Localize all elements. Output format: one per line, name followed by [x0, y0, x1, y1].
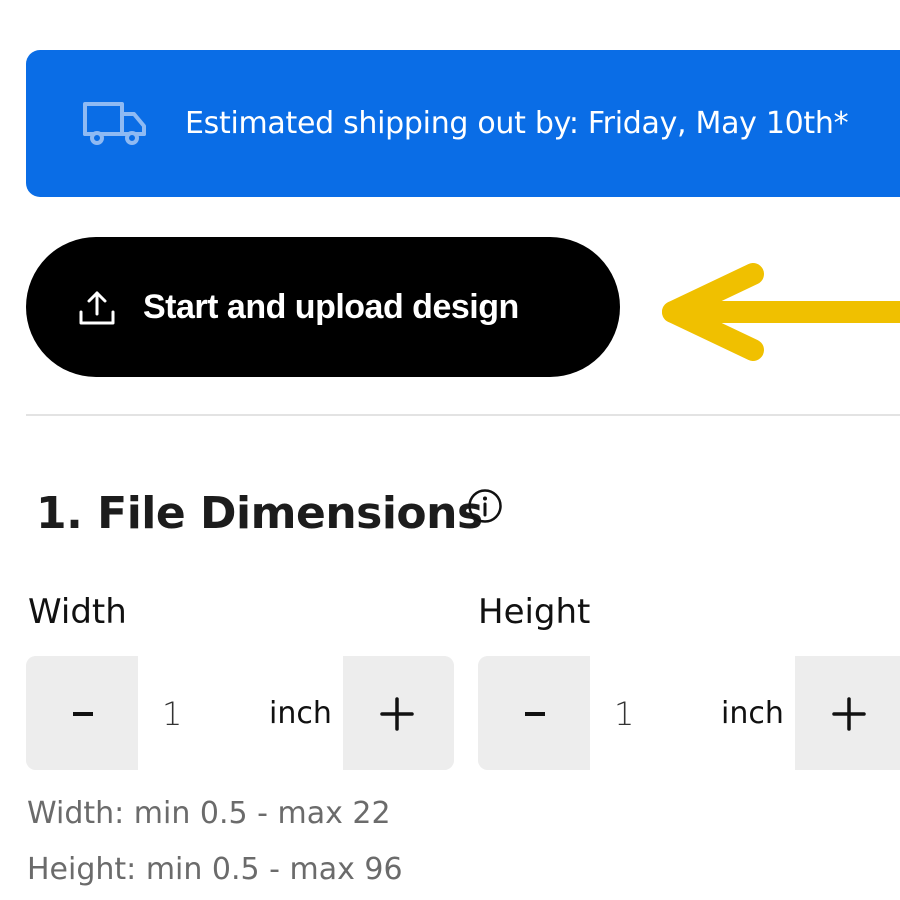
- upload-button-label: Start and upload design: [143, 288, 519, 326]
- height-unit: inch: [721, 696, 784, 731]
- width-label: Width: [28, 592, 127, 632]
- height-stepper: inch: [478, 656, 900, 770]
- width-stepper: inch: [26, 656, 454, 770]
- minus-icon: [73, 712, 93, 716]
- width-increment-button[interactable]: [343, 656, 454, 770]
- info-icon[interactable]: [467, 488, 503, 524]
- width-range-hint: Width: min 0.5 - max 22: [27, 796, 391, 831]
- section-title: 1. File Dimensions: [36, 488, 483, 539]
- height-increment-button[interactable]: [795, 656, 900, 770]
- height-input[interactable]: [614, 694, 694, 734]
- height-label: Height: [478, 592, 591, 632]
- start-upload-design-button[interactable]: Start and upload design: [26, 237, 620, 377]
- minus-icon: [525, 712, 545, 716]
- width-input[interactable]: [162, 694, 242, 734]
- section-divider: [26, 414, 900, 416]
- width-decrement-button[interactable]: [26, 656, 138, 770]
- truck-icon: [83, 102, 146, 145]
- upload-icon: [79, 291, 115, 325]
- plus-icon: [380, 697, 414, 731]
- shipping-banner: Estimated shipping out by: Friday, May 1…: [26, 50, 900, 197]
- arrow-left-icon: [662, 263, 900, 361]
- width-unit: inch: [269, 696, 332, 731]
- height-decrement-button[interactable]: [478, 656, 590, 770]
- width-field: inch: [138, 656, 343, 770]
- product-options-panel: Estimated shipping out by: Friday, May 1…: [0, 0, 900, 900]
- height-field: inch: [590, 656, 795, 770]
- height-range-hint: Height: min 0.5 - max 96: [27, 852, 403, 887]
- plus-icon: [832, 697, 866, 731]
- shipping-estimate-text: Estimated shipping out by: Friday, May 1…: [185, 106, 849, 141]
